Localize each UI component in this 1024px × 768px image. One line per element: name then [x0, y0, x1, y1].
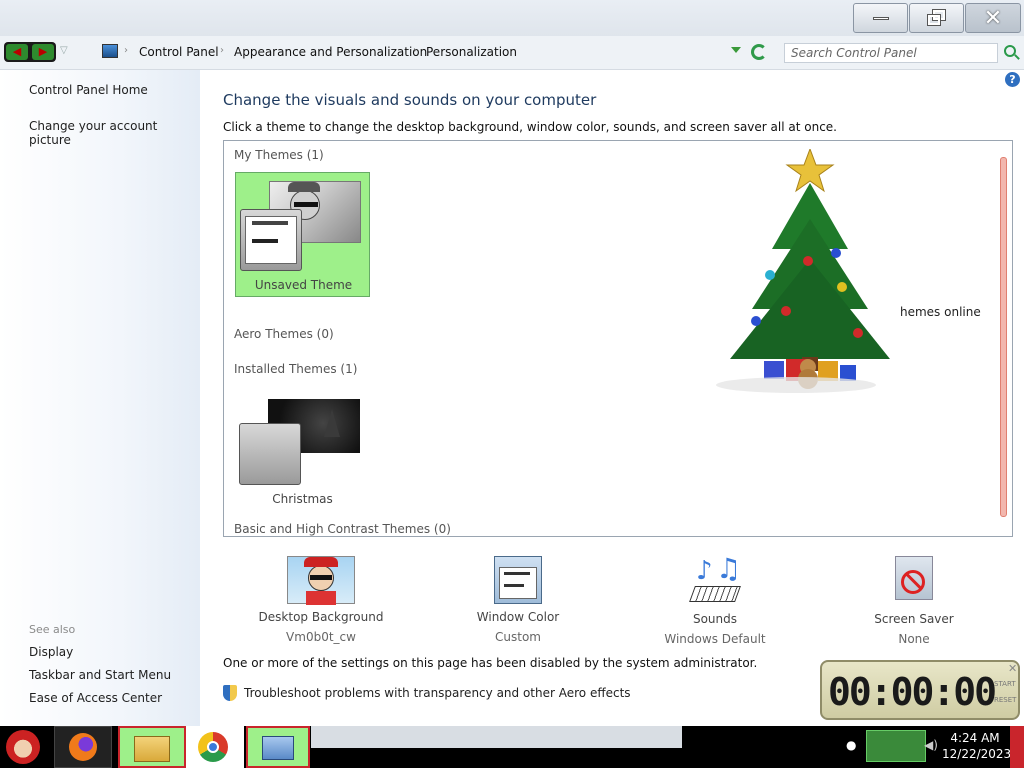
minimize-icon — [872, 16, 889, 20]
page-title: Change the visuals and sounds on your co… — [223, 91, 597, 109]
see-also-label: See also — [29, 623, 76, 636]
restore-icon — [926, 9, 946, 26]
chevron-right-icon[interactable]: › — [220, 45, 224, 56]
taskbar-explorer[interactable] — [118, 726, 186, 768]
breadcrumb-control-panel[interactable]: Control Panel — [139, 45, 219, 59]
christmas-theme-name: Christmas — [272, 492, 333, 506]
taskbar-chrome[interactable] — [186, 726, 244, 768]
troubleshoot-link[interactable]: Troubleshoot problems with transparency … — [244, 686, 631, 700]
ease-of-access-link[interactable]: Ease of Access Center — [29, 691, 162, 705]
clock-time: 4:24 AM — [950, 731, 1000, 745]
volume-icon[interactable]: ◀) — [924, 738, 938, 752]
taskbar-clock[interactable]: 4:24 AM 12/22/2023 — [942, 730, 1012, 762]
screen-saver-label: Screen Saver — [874, 612, 954, 626]
basic-themes-label: Basic and High Contrast Themes (0) — [234, 522, 451, 536]
desktop-background-label: Desktop Background — [258, 610, 384, 624]
help-icon[interactable]: ? — [1005, 72, 1020, 87]
taskbar-control-panel[interactable] — [246, 726, 310, 768]
disabled-settings-note: One or more of the settings on this page… — [223, 656, 758, 670]
change-account-picture-link[interactable]: Change your account picture — [29, 119, 200, 147]
chevron-right-icon[interactable]: › — [413, 45, 417, 56]
screen-saver-icon — [889, 556, 939, 606]
close-icon: ✕ — [983, 5, 1003, 31]
breadcrumb-personalization[interactable]: Personalization — [426, 45, 517, 59]
taskbar-firefox[interactable] — [54, 726, 112, 768]
nav-buttons: ◀ ▶ — [4, 42, 56, 62]
window-color-setting[interactable]: Window Color Custom — [438, 556, 598, 644]
sounds-label: Sounds — [692, 612, 738, 626]
sounds-value: Windows Default — [664, 632, 766, 646]
stopwatch-display: 00:00:00 — [828, 670, 997, 714]
my-themes-label: My Themes (1) — [234, 148, 324, 162]
show-desktop-button[interactable] — [1010, 726, 1024, 768]
page-description: Click a theme to change the desktop back… — [223, 120, 837, 134]
christmas-theme-window-preview — [239, 423, 301, 485]
theme-list: My Themes (1) Unsaved Theme Aero Themes … — [223, 140, 1013, 537]
folder-icon — [134, 736, 170, 762]
breadcrumb-appearance[interactable]: Appearance and Personalization — [234, 45, 427, 59]
gadget-close-icon[interactable]: ✕ — [1008, 662, 1017, 675]
unsaved-theme-name: Unsaved Theme — [254, 278, 353, 292]
stopwatch-gadget[interactable]: 00:00:00 START RESET ✕ — [820, 660, 1020, 720]
taskbar-start-menu-link[interactable]: Taskbar and Start Menu — [29, 668, 171, 682]
forward-button[interactable]: ▶ — [32, 44, 54, 60]
chevron-right-icon[interactable]: › — [124, 45, 128, 56]
screen-saver-setting[interactable]: Screen Saver None — [834, 556, 994, 646]
minimize-button[interactable] — [853, 3, 908, 33]
sounds-setting[interactable]: ♪ ♫ Sounds Windows Default — [635, 552, 795, 646]
system-tray-icons[interactable] — [866, 730, 926, 762]
chrome-icon — [198, 732, 228, 762]
screen-saver-value: None — [898, 632, 930, 646]
back-button[interactable]: ◀ — [6, 44, 28, 60]
control-panel-icon — [102, 44, 118, 58]
shield-icon — [223, 685, 237, 701]
display-link[interactable]: Display — [29, 645, 73, 659]
clock-date: 12/22/2023 — [942, 747, 1012, 761]
window-status-strip — [311, 726, 682, 748]
title-bar: ✕ — [0, 0, 1024, 36]
unsaved-theme-tile[interactable]: Unsaved Theme — [235, 172, 370, 297]
christmas-theme-tile[interactable]: Christmas — [235, 395, 370, 510]
restore-button[interactable] — [909, 3, 964, 33]
start-button[interactable] — [0, 726, 48, 768]
search-icon[interactable] — [1004, 45, 1016, 57]
tray-dot-icon: ● — [846, 738, 857, 752]
address-bar: ◀ ▶ ▽ › Control Panel › Appearance and P… — [0, 36, 1024, 70]
window-color-label: Window Color — [476, 610, 560, 624]
recent-pages-arrow[interactable]: ▽ — [60, 45, 68, 56]
control-panel-taskbar-icon — [262, 736, 294, 760]
address-dropdown-icon[interactable] — [731, 47, 741, 53]
theme-list-scrollbar[interactable] — [1000, 157, 1007, 517]
aero-themes-label: Aero Themes (0) — [234, 327, 334, 341]
desktop-background-icon — [287, 556, 355, 605]
taskbar: ● ◀) 4:24 AM 12/22/2023 — [0, 726, 1024, 768]
search-input[interactable]: Search Control Panel — [784, 43, 998, 63]
left-pane: Control Panel Home Change your account p… — [0, 70, 200, 726]
christmas-tree-decoration — [716, 149, 890, 393]
desktop-background-setting[interactable]: Desktop Background Vm0b0t_cw — [241, 556, 401, 644]
santa-icon — [6, 730, 40, 764]
window-color-value: Custom — [495, 630, 541, 644]
firefox-icon — [69, 733, 97, 761]
refresh-icon[interactable] — [751, 44, 767, 60]
desktop-background-value: Vm0b0t_cw — [286, 630, 356, 644]
stopwatch-reset-button[interactable]: RESET — [994, 696, 1016, 704]
close-button[interactable]: ✕ — [965, 3, 1021, 33]
control-panel-home-link[interactable]: Control Panel Home — [29, 83, 148, 97]
window-color-icon — [494, 556, 542, 604]
stopwatch-start-button[interactable]: START — [994, 680, 1016, 688]
installed-themes-label: Installed Themes (1) — [234, 362, 358, 376]
unsaved-theme-window-preview — [240, 209, 302, 271]
sounds-icon: ♪ ♫ — [689, 552, 741, 606]
